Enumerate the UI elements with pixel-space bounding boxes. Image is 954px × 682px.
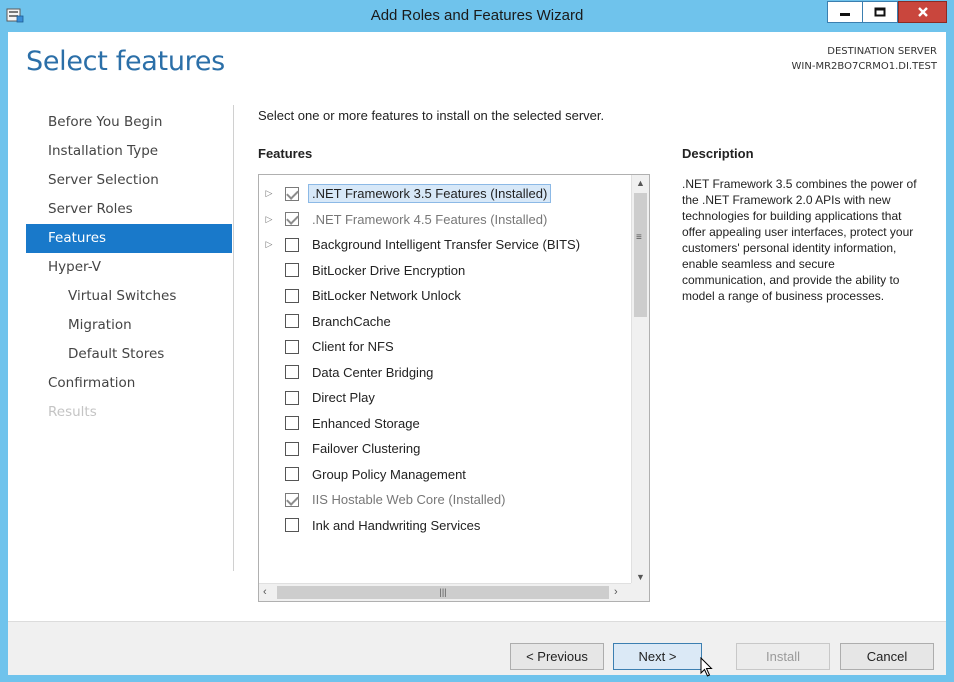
feature-row[interactable]: ▷ .NET Framework 4.5 Features (Installed): [259, 207, 631, 233]
instruction-text: Select one or more features to install o…: [258, 108, 605, 123]
feature-checkbox[interactable]: [285, 186, 299, 201]
feature-row[interactable]: Client for NFS: [259, 334, 631, 360]
feature-checkbox[interactable]: [285, 288, 299, 303]
page-title: Select features: [26, 46, 225, 77]
features-heading: Features: [258, 146, 313, 161]
feature-label: Client for NFS: [312, 339, 394, 355]
feature-checkbox[interactable]: [285, 518, 299, 533]
feature-checkbox[interactable]: [285, 416, 299, 431]
nav-item-default-stores[interactable]: Default Stores: [26, 340, 232, 369]
expand-arrow-icon[interactable]: ▷: [259, 214, 279, 225]
vertical-scrollbar[interactable]: ▲ ≡ ▼: [631, 175, 649, 584]
feature-label: BitLocker Network Unlock: [312, 288, 461, 304]
horizontal-scroll-thumb[interactable]: |||: [277, 586, 609, 599]
close-icon: [917, 7, 928, 17]
feature-checkbox: [285, 492, 299, 507]
previous-button[interactable]: < Previous: [510, 643, 604, 670]
feature-checkbox[interactable]: [285, 314, 299, 329]
feature-label: Direct Play: [312, 390, 375, 406]
feature-label: Group Policy Management: [312, 466, 466, 482]
scroll-left-icon[interactable]: ‹: [263, 586, 267, 598]
feature-label: IIS Hostable Web Core (Installed): [312, 492, 506, 508]
destination-server-label: DESTINATION SERVER: [827, 46, 937, 57]
feature-checkbox[interactable]: [285, 467, 299, 482]
expand-arrow-icon[interactable]: ▷: [259, 239, 279, 250]
next-button[interactable]: Next >: [613, 643, 702, 670]
vertical-scroll-thumb[interactable]: [634, 193, 647, 317]
feature-checkbox: [285, 212, 299, 227]
feature-row[interactable]: Enhanced Storage: [259, 411, 631, 437]
feature-row[interactable]: Ink and Handwriting Services: [259, 513, 631, 539]
nav-item-before-you-begin[interactable]: Before You Begin: [26, 108, 232, 137]
nav-item-virtual-switches[interactable]: Virtual Switches: [26, 282, 232, 311]
feature-row[interactable]: ▷ Background Intelligent Transfer Service…: [259, 232, 631, 258]
feature-row[interactable]: Group Policy Management: [259, 462, 631, 488]
close-button[interactable]: [898, 1, 947, 23]
destination-server-info: DESTINATION SERVER WIN-MR2BO7CRMO1.DI.TE…: [792, 44, 937, 74]
feature-label: Background Intelligent Transfer Service …: [312, 237, 581, 253]
features-rows: ▷ .NET Framework 3.5 Features (Installed)…: [259, 181, 631, 538]
scroll-up-icon[interactable]: ▲: [636, 178, 645, 188]
nav-item-results: Results: [48, 404, 97, 420]
scroll-down-icon[interactable]: ▼: [636, 572, 645, 582]
feature-checkbox[interactable]: [285, 237, 299, 252]
horizontal-scrollbar[interactable]: ‹ ||| ›: [259, 583, 649, 601]
feature-checkbox[interactable]: [285, 263, 299, 278]
mouse-cursor-icon: [700, 657, 713, 677]
feature-label: Ink and Handwriting Services: [312, 517, 481, 533]
nav-item-hyper-v[interactable]: Hyper-V: [26, 253, 232, 282]
feature-row[interactable]: ▷ .NET Framework 3.5 Features (Installed): [259, 181, 631, 207]
feature-checkbox[interactable]: [285, 339, 299, 354]
feature-checkbox[interactable]: [285, 390, 299, 405]
feature-label: BitLocker Drive Encryption: [312, 262, 466, 278]
feature-checkbox[interactable]: [285, 441, 299, 456]
feature-label: Enhanced Storage: [312, 415, 420, 431]
maximize-button[interactable]: [863, 1, 898, 23]
nav-item-server-roles[interactable]: Server Roles: [26, 195, 232, 224]
feature-row[interactable]: BitLocker Network Unlock: [259, 283, 631, 309]
feature-row[interactable]: Direct Play: [259, 385, 631, 411]
feature-row[interactable]: IIS Hostable Web Core (Installed): [259, 487, 631, 513]
install-button: Install: [736, 643, 830, 670]
feature-checkbox[interactable]: [285, 365, 299, 380]
scroll-corner: [631, 583, 649, 601]
nav-item-confirmation[interactable]: Confirmation: [26, 369, 232, 398]
feature-label: Failover Clustering: [312, 441, 421, 457]
maximize-icon: [874, 7, 886, 17]
feature-row[interactable]: BranchCache: [259, 309, 631, 335]
nav-item-installation-type[interactable]: Installation Type: [26, 137, 232, 166]
feature-row[interactable]: Failover Clustering: [259, 436, 631, 462]
nav-item-migration[interactable]: Migration: [26, 311, 232, 340]
feature-label: Data Center Bridging: [312, 364, 434, 380]
minimize-button[interactable]: [827, 1, 863, 23]
features-list[interactable]: ▷ .NET Framework 3.5 Features (Installed)…: [258, 174, 650, 602]
wizard-nav: Before You Begin Installation Type Serve…: [26, 108, 232, 427]
cancel-button[interactable]: Cancel: [840, 643, 934, 670]
description-heading: Description: [682, 146, 754, 161]
description-text: .NET Framework 3.5 combines the power of…: [682, 177, 917, 303]
destination-server-name: WIN-MR2BO7CRMO1.DI.TEST: [791, 61, 937, 72]
minimize-icon: [840, 13, 850, 16]
feature-row[interactable]: Data Center Bridging: [259, 360, 631, 386]
nav-divider: [233, 105, 234, 571]
nav-item-server-selection[interactable]: Server Selection: [26, 166, 232, 195]
expand-arrow-icon[interactable]: ▷: [259, 188, 279, 199]
feature-label: BranchCache: [312, 313, 391, 329]
feature-row[interactable]: BitLocker Drive Encryption: [259, 258, 631, 284]
nav-item-features[interactable]: Features: [26, 224, 232, 253]
wizard-window: Add Roles and Features Wizard Select fea…: [0, 0, 954, 682]
title-bar[interactable]: Add Roles and Features Wizard: [0, 0, 954, 32]
feature-label: .NET Framework 3.5 Features (Installed): [308, 184, 552, 204]
scroll-right-icon[interactable]: ›: [614, 586, 618, 598]
window-title: Add Roles and Features Wizard: [370, 7, 584, 24]
scroll-grip-icon: ≡: [636, 232, 642, 243]
feature-label: .NET Framework 4.5 Features (Installed): [312, 211, 548, 227]
